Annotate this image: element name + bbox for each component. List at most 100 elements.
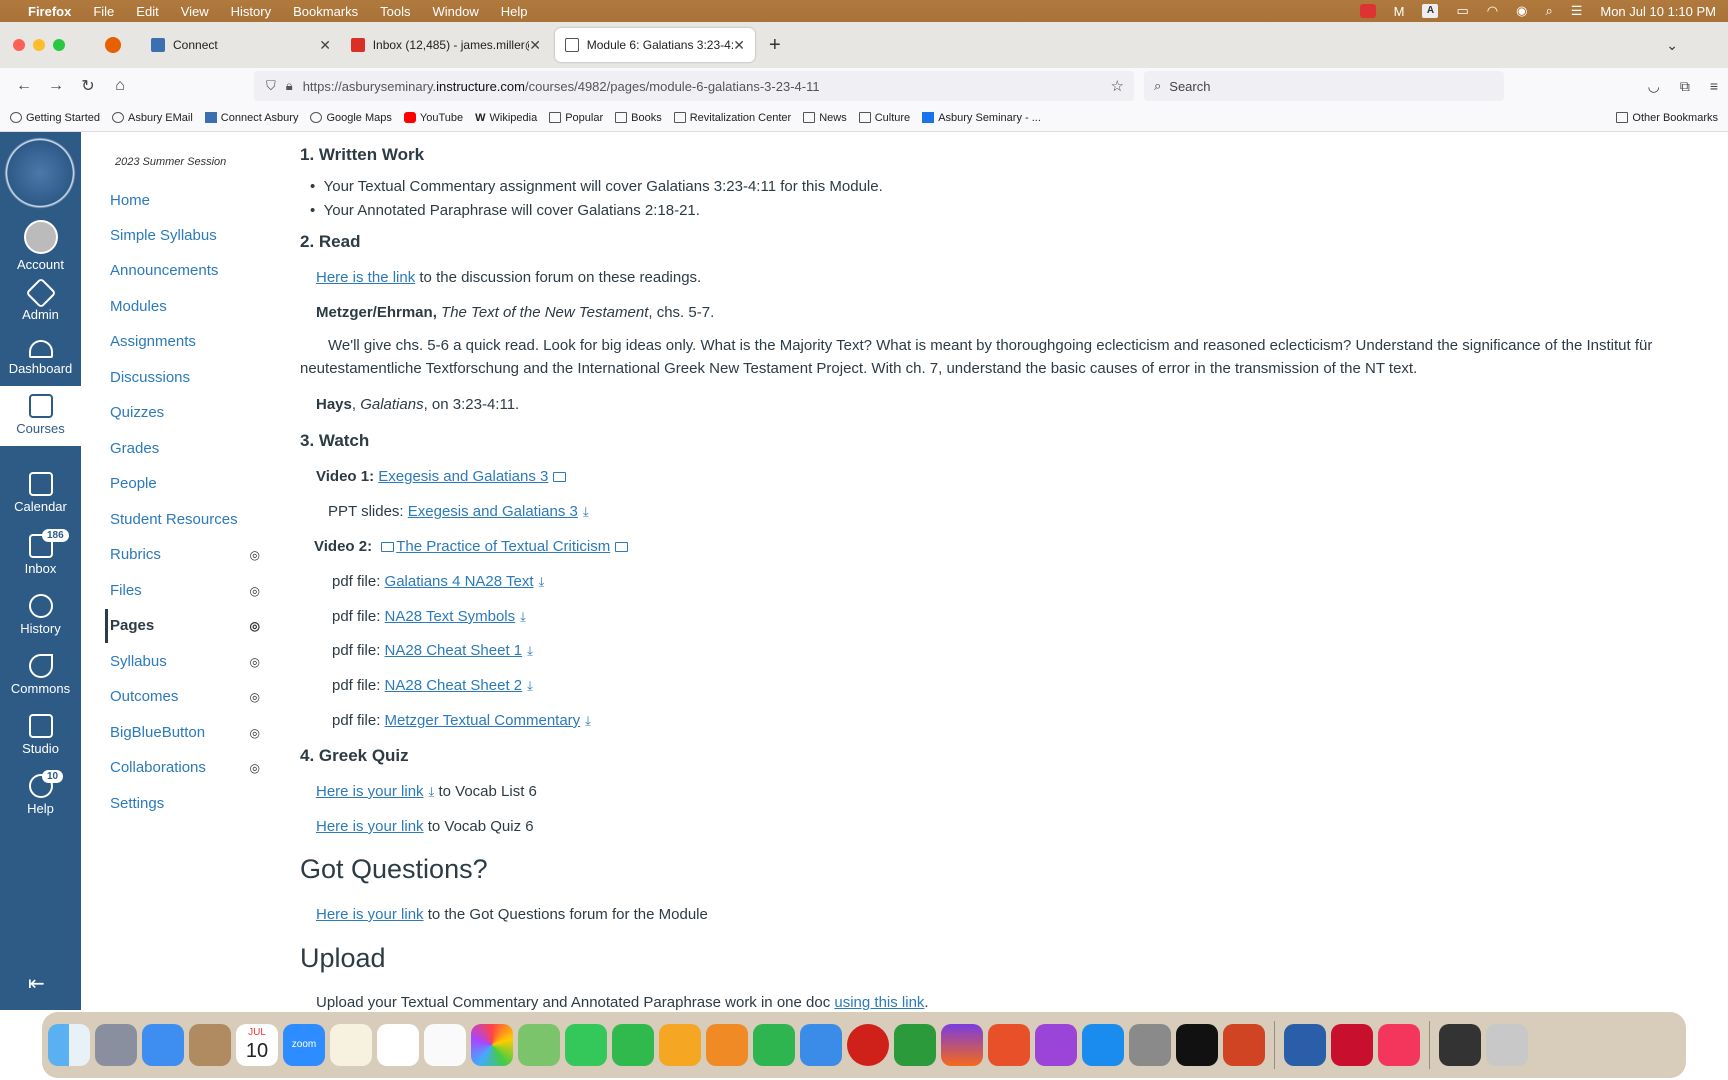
url-bar[interactable]: ⛉ 🔒︎ https://asburyseminary. instructure.…: [254, 71, 1134, 101]
firefox-icon[interactable]: [941, 1024, 983, 1066]
back-icon[interactable]: ←: [8, 77, 40, 95]
bookmark-folder-popular[interactable]: Popular: [549, 112, 603, 124]
seminary-logo[interactable]: [2, 135, 78, 211]
course-nav-settings[interactable]: Settings: [110, 795, 260, 812]
minimize-window-button[interactable]: [33, 39, 45, 51]
extensions-icon[interactable]: ⧉: [1680, 78, 1690, 95]
course-nav-pages[interactable]: Pages ◎: [110, 617, 260, 634]
lock-icon[interactable]: 🔒︎: [286, 78, 293, 94]
wifi-icon[interactable]: ◠: [1487, 3, 1498, 19]
global-nav-studio[interactable]: Studio: [0, 714, 81, 756]
freeform-icon[interactable]: [377, 1024, 419, 1066]
gmail-status-icon[interactable]: M: [1394, 4, 1405, 19]
pdf-metzger-commentary-link[interactable]: Metzger Textual Commentary: [385, 712, 581, 729]
vocab-quiz-link[interactable]: Here is your link: [316, 818, 424, 835]
global-nav-courses[interactable]: Courses: [0, 386, 81, 446]
bookmark-folder-culture[interactable]: Culture: [858, 112, 910, 124]
download-icon[interactable]: ⤓: [520, 609, 526, 625]
acrobat-icon[interactable]: [1331, 1024, 1373, 1066]
bookmark-getting-started[interactable]: Getting Started: [10, 112, 100, 124]
global-nav-commons[interactable]: Commons: [0, 654, 81, 696]
podcasts-icon[interactable]: [1035, 1024, 1077, 1066]
upload-link[interactable]: using this link: [834, 994, 924, 1010]
forward-icon[interactable]: →: [40, 77, 72, 95]
menu-app-name[interactable]: Firefox: [28, 4, 71, 19]
accordance-icon[interactable]: [988, 1024, 1030, 1066]
powerpoint-icon[interactable]: [1223, 1024, 1265, 1066]
bookmark-connect-asbury[interactable]: Connect Asbury: [204, 112, 298, 124]
tracking-shield-icon[interactable]: ⛉: [266, 78, 276, 94]
global-nav-help[interactable]: Help: [0, 774, 81, 816]
list-all-tabs-icon[interactable]: ⌄: [1666, 37, 1678, 54]
course-nav-collaborations[interactable]: Collaborations ◎: [110, 759, 260, 776]
input-source-icon[interactable]: A: [1422, 4, 1439, 18]
got-questions-forum-link[interactable]: Here is your link: [316, 906, 424, 923]
reminders-icon[interactable]: [424, 1024, 466, 1066]
apple-tv-icon[interactable]: [1176, 1024, 1218, 1066]
bookmark-star-icon[interactable]: ☆: [1111, 77, 1124, 95]
collapse-nav-icon[interactable]: ⇤: [28, 971, 45, 996]
pages-icon[interactable]: [659, 1024, 701, 1066]
battery-icon[interactable]: ▭: [1456, 3, 1468, 19]
search-input[interactable]: ⌕ Search: [1144, 71, 1504, 101]
download-icon[interactable]: ⤓: [539, 574, 545, 590]
mail-icon[interactable]: [142, 1024, 184, 1066]
menu-clock[interactable]: Mon Jul 10 1:10 PM: [1600, 4, 1716, 19]
control-center-icon[interactable]: ☰: [1571, 3, 1583, 19]
course-nav-rubrics[interactable]: Rubrics ◎: [110, 546, 260, 563]
course-nav-assignments[interactable]: Assignments: [110, 333, 260, 350]
spotlight-icon[interactable]: ⌕: [1545, 3, 1552, 19]
messages-icon[interactable]: [565, 1024, 607, 1066]
download-icon[interactable]: ⤓: [527, 678, 533, 694]
maps-icon[interactable]: [518, 1024, 560, 1066]
course-nav-simple-syllabus[interactable]: Simple Syllabus: [110, 227, 260, 244]
course-nav-syllabus[interactable]: Syllabus ◎: [110, 653, 260, 670]
menu-edit[interactable]: Edit: [136, 4, 158, 19]
contacts-icon[interactable]: [189, 1024, 231, 1066]
bookmark-folder-revitalization[interactable]: Revitalization Center: [673, 112, 791, 124]
course-nav-student-resources[interactable]: Student Resources: [110, 511, 260, 528]
menu-tools[interactable]: Tools: [380, 4, 410, 19]
close-tab-icon[interactable]: ✕: [733, 37, 745, 54]
hamburger-menu-icon[interactable]: ≡: [1710, 78, 1718, 95]
zoom-window-button[interactable]: [53, 39, 65, 51]
firefox-view-icon[interactable]: [105, 37, 121, 53]
app-store-icon[interactable]: [1082, 1024, 1124, 1066]
close-window-button[interactable]: [13, 39, 25, 51]
finder-icon[interactable]: [48, 1024, 90, 1066]
download-icon[interactable]: ⤓: [583, 504, 589, 520]
launchpad-icon[interactable]: [95, 1024, 137, 1066]
menu-view[interactable]: View: [181, 4, 209, 19]
vocab-list-link[interactable]: Here is your link: [316, 783, 424, 800]
recent-window-icon[interactable]: [1439, 1024, 1481, 1066]
course-nav-people[interactable]: People: [110, 475, 260, 492]
global-nav-inbox[interactable]: Inbox: [0, 534, 81, 576]
pocket-icon[interactable]: ◡: [1648, 78, 1660, 95]
photos-icon[interactable]: [471, 1024, 513, 1066]
menu-help[interactable]: Help: [501, 4, 528, 19]
menu-history[interactable]: History: [231, 4, 271, 19]
menu-window[interactable]: Window: [433, 4, 479, 19]
new-tab-icon[interactable]: +: [769, 34, 781, 57]
trash-icon[interactable]: [1486, 1024, 1528, 1066]
pdf-cheat-sheet-2-link[interactable]: NA28 Cheat Sheet 2: [385, 677, 523, 694]
course-nav-announcements[interactable]: Announcements: [110, 262, 260, 279]
keynote-icon[interactable]: [800, 1024, 842, 1066]
bookmark-asbury-email[interactable]: Asbury EMail: [112, 112, 193, 124]
books-icon[interactable]: [706, 1024, 748, 1066]
user-icon[interactable]: ◉: [1516, 3, 1527, 19]
zoom-icon[interactable]: zoom: [283, 1024, 325, 1066]
course-nav-grades[interactable]: Grades: [110, 440, 260, 457]
download-icon[interactable]: ⤓: [527, 643, 533, 659]
tab-module-6[interactable]: Module 6: Galatians 3:23-4:11: ✕: [555, 28, 755, 62]
bookmark-folder-news[interactable]: News: [803, 112, 847, 124]
course-nav-quizzes[interactable]: Quizzes: [110, 404, 260, 421]
menu-bookmarks[interactable]: Bookmarks: [293, 4, 358, 19]
course-nav-discussions[interactable]: Discussions: [110, 369, 260, 386]
home-icon[interactable]: ⌂: [104, 77, 136, 95]
calendar-app-icon[interactable]: JUL 10: [236, 1024, 278, 1066]
global-nav-account[interactable]: Account: [0, 220, 81, 272]
facetime-icon[interactable]: [612, 1024, 654, 1066]
system-settings-icon[interactable]: [1129, 1024, 1171, 1066]
tab-inbox[interactable]: Inbox (12,485) - james.miller@a ✕: [341, 28, 551, 62]
